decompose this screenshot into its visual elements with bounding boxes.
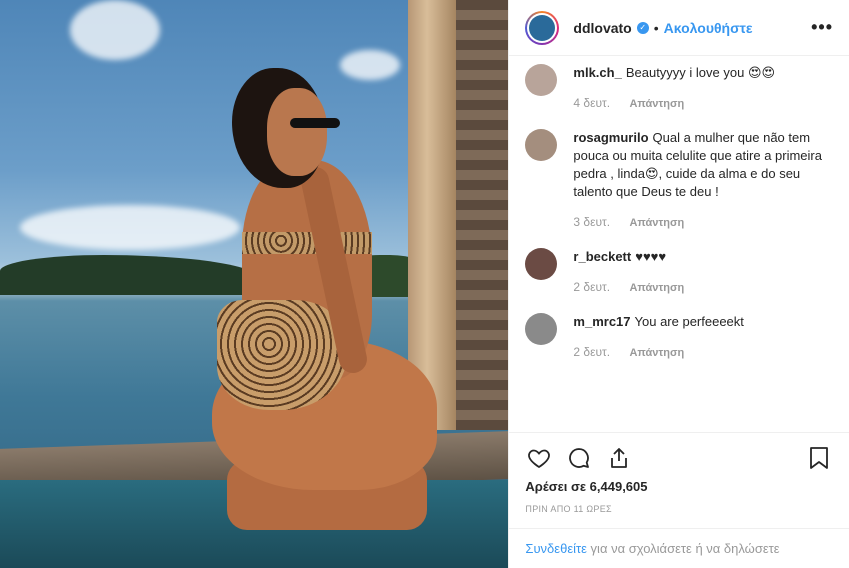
- cloud: [70, 0, 160, 60]
- comments-list[interactable]: mlk.ch_ Beautyyyy i love you 😍😍 4 δευτ. Α…: [509, 56, 849, 432]
- verified-badge-icon: ✓: [636, 21, 649, 34]
- comment-item: m_mrc17 You are perfeeeekt 2 δευτ. Απάντη…: [525, 313, 833, 362]
- separator-dot: •: [653, 19, 659, 36]
- reply-button[interactable]: Απάντηση: [629, 217, 684, 229]
- like-count[interactable]: Αρέσει σε 6,449,605: [525, 479, 833, 494]
- person-figure: [212, 60, 442, 530]
- figure-head: [267, 88, 327, 176]
- action-bar: Αρέσει σε 6,449,605 ΠΡΙΝ ΑΠΟ 11 ΩΡΕΣ: [509, 432, 849, 514]
- reply-button[interactable]: Απάντηση: [629, 347, 684, 359]
- comment-icon[interactable]: [565, 444, 593, 472]
- more-options-icon[interactable]: •••: [811, 17, 833, 38]
- figure-top: [242, 232, 372, 254]
- heart-icon[interactable]: [525, 444, 553, 472]
- action-icons: [525, 443, 833, 473]
- comment-text: Beautyyyy i love you 😍😍: [625, 65, 776, 80]
- comment-username[interactable]: mlk.ch_: [573, 65, 621, 80]
- comment-meta: 2 δευτ. Απάντηση: [573, 343, 744, 362]
- post-photo[interactable]: [0, 0, 509, 568]
- avatar[interactable]: [525, 248, 558, 280]
- figure-bottom: [217, 300, 347, 410]
- comment-text: ♥♥♥♥: [635, 249, 667, 264]
- comment-body: rosagmurilo Qual a mulher que não tem pou…: [573, 129, 833, 232]
- avatar: [529, 14, 556, 41]
- comment-item: mlk.ch_ Beautyyyy i love you 😍😍 4 δευτ. Α…: [525, 64, 833, 113]
- login-prompt: Συνδεθείτε για να σχολιάσετε ή να δηλώσε…: [509, 528, 849, 568]
- comment-time[interactable]: 4 δευτ.: [573, 96, 610, 110]
- comment-meta: 2 δευτ. Απάντηση: [573, 278, 700, 297]
- comment-time[interactable]: 2 δευτ.: [573, 345, 610, 359]
- comment-item: r_beckett ♥♥♥♥ 2 δευτ. Απάντηση: [525, 248, 833, 297]
- comment-time[interactable]: 2 δευτ.: [573, 280, 610, 294]
- comment-meta: 3 δευτ. Απάντηση: [573, 213, 833, 232]
- login-prompt-text: για να σχολιάσετε ή να δηλώσετε: [586, 541, 780, 556]
- post-header: ddlovato ✓ • Ακολουθήστε •••: [509, 0, 849, 56]
- avatar[interactable]: [525, 64, 558, 96]
- comment-username[interactable]: rosagmurilo: [573, 130, 648, 145]
- sunglasses: [290, 118, 340, 128]
- bookmark-icon[interactable]: [805, 444, 833, 472]
- avatar[interactable]: [525, 129, 558, 161]
- post-timestamp[interactable]: ΠΡΙΝ ΑΠΟ 11 ΩΡΕΣ: [525, 504, 833, 514]
- avatar-inner: [527, 12, 558, 43]
- story-ring[interactable]: [525, 10, 560, 45]
- comment-username[interactable]: r_beckett: [573, 249, 631, 264]
- comment-time[interactable]: 3 δευτ.: [573, 215, 610, 229]
- comment-text: You are perfeeeekt: [634, 314, 744, 329]
- cloud: [20, 205, 240, 250]
- comment-body: r_beckett ♥♥♥♥ 2 δευτ. Απάντηση: [573, 248, 700, 297]
- reply-button[interactable]: Απάντηση: [629, 282, 684, 294]
- comment-username[interactable]: m_mrc17: [573, 314, 630, 329]
- post-sidebar: ddlovato ✓ • Ακολουθήστε ••• mlk.ch_ Beau…: [508, 0, 849, 568]
- share-icon[interactable]: [605, 444, 633, 472]
- reply-button[interactable]: Απάντηση: [629, 98, 684, 110]
- wooden-slats: [456, 0, 509, 430]
- instagram-post: ddlovato ✓ • Ακολουθήστε ••• mlk.ch_ Beau…: [0, 0, 849, 568]
- comment-body: mlk.ch_ Beautyyyy i love you 😍😍 4 δευτ. Α…: [573, 64, 775, 113]
- comment-item: rosagmurilo Qual a mulher que não tem pou…: [525, 129, 833, 232]
- avatar[interactable]: [525, 313, 558, 345]
- username-link[interactable]: ddlovato: [573, 20, 631, 36]
- follow-button[interactable]: Ακολουθήστε: [664, 20, 753, 36]
- login-link[interactable]: Συνδεθείτε: [525, 541, 587, 556]
- comment-body: m_mrc17 You are perfeeeekt 2 δευτ. Απάντη…: [573, 313, 744, 362]
- comment-meta: 4 δευτ. Απάντηση: [573, 94, 775, 113]
